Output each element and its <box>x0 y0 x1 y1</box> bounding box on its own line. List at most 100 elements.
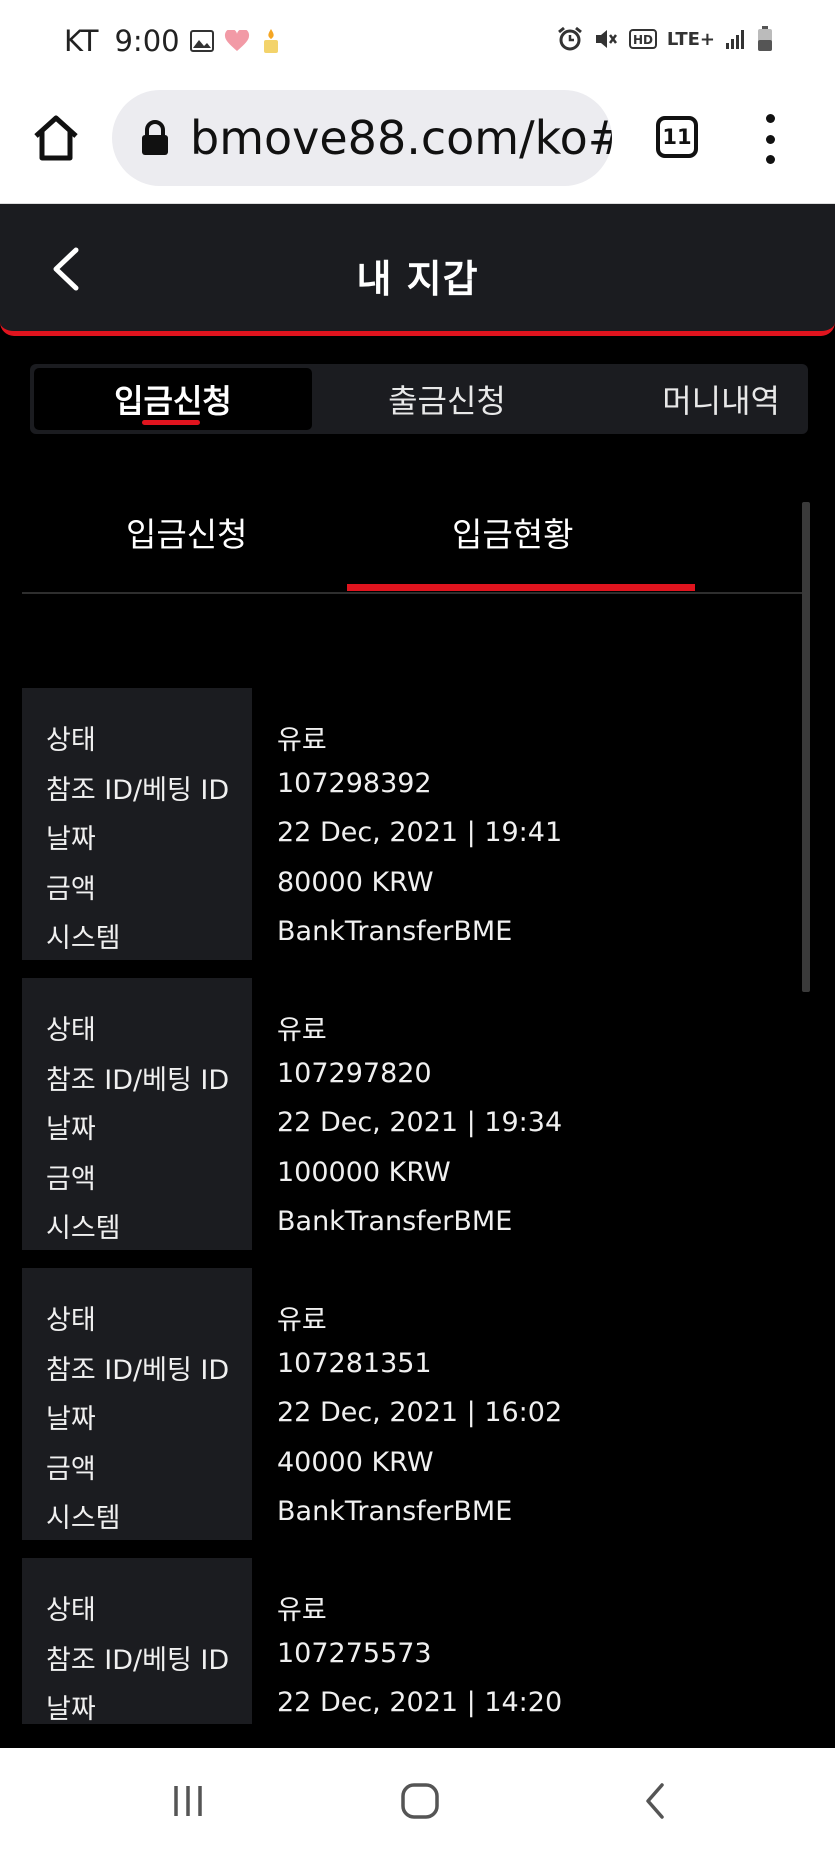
tab-count: 11 <box>662 125 692 149</box>
ref-value: 107297820 <box>277 1058 432 1089</box>
tab-label: 입금신청 <box>114 382 232 420</box>
home-circle-icon <box>401 1783 439 1819</box>
record-row-ref: 참조 ID/베팅 ID 107275573 <box>22 1630 802 1680</box>
date-label: 날짜 <box>46 824 96 855</box>
record-row-amount: 금액 40000 KRW <box>22 1439 802 1489</box>
signal-icon <box>725 28 747 50</box>
amount-value: 40000 KRW <box>277 1447 434 1478</box>
carrier-label: KT <box>64 24 99 58</box>
date-label: 날짜 <box>46 1404 96 1435</box>
amount-value: 80000 KRW <box>277 867 434 898</box>
status-bar: KT 9:00 HD LTE+ <box>0 0 835 84</box>
ref-value: 107281351 <box>277 1348 432 1379</box>
tab-label: 머니내역 <box>662 382 780 420</box>
mute-icon <box>593 27 619 51</box>
record-row-date: 날짜 22 Dec, 2021 | 19:34 <box>22 1099 802 1149</box>
system-label: 시스템 <box>46 1503 121 1534</box>
status-label: 상태 <box>46 1595 96 1626</box>
alarm-icon <box>557 26 583 52</box>
record-row-ref: 참조 ID/베팅 ID 107297820 <box>22 1050 802 1100</box>
tab-switcher-button[interactable]: 11 <box>656 116 698 158</box>
record-row-ref: 참조 ID/베팅 ID 107298392 <box>22 760 802 810</box>
status-label: 상태 <box>46 1305 96 1336</box>
status-value: 유료 <box>277 725 327 756</box>
clock: 9:00 <box>114 24 180 58</box>
record-row-date: 날짜 22 Dec, 2021 | 14:20 <box>22 1679 802 1724</box>
record-row-status: 상태 유료 <box>22 1290 802 1340</box>
status-value: 유료 <box>277 1015 327 1046</box>
active-tab-indicator <box>142 420 200 425</box>
record-row-status: 상태 유료 <box>22 1000 802 1050</box>
back-nav-button[interactable] <box>640 1778 670 1824</box>
amount-label: 금액 <box>46 874 96 905</box>
record-row-date: 날짜 22 Dec, 2021 | 16:02 <box>22 1389 802 1439</box>
deposit-record: 상태 유료 참조 ID/베팅 ID 107297820 날짜 22 Dec, 2… <box>22 978 802 1250</box>
ref-label: 참조 ID/베팅 ID <box>46 1645 230 1676</box>
browser-toolbar: bmove88.com/ko# 11 <box>0 84 835 204</box>
svg-text:HD: HD <box>633 33 653 47</box>
back-chevron-icon <box>646 1783 664 1819</box>
page-title: 내 지갑 <box>356 257 479 301</box>
deposit-record: 상태 유료 참조 ID/베팅 ID 107275573 날짜 22 Dec, 2… <box>22 1558 802 1724</box>
record-row-status: 상태 유료 <box>22 710 802 760</box>
record-row-date: 날짜 22 Dec, 2021 | 19:41 <box>22 809 802 859</box>
record-row-system: 시스템 BankTransferBME <box>22 1198 802 1248</box>
battery-icon <box>757 26 773 52</box>
system-value: BankTransferBME <box>277 1496 513 1527</box>
tab-money-history[interactable]: 머니내역 <box>582 368 804 430</box>
url-text: bmove88.com/ko# <box>190 111 612 165</box>
main-tab-bar: 입금신청 출금신청 머니내역 <box>30 364 808 434</box>
deposit-record: 상태 유료 참조 ID/베팅 ID 107298392 날짜 22 Dec, 2… <box>22 688 802 960</box>
record-row-system: 시스템 BankTransferBME <box>22 1488 802 1538</box>
record-row-amount: 금액 80000 KRW <box>22 859 802 909</box>
heart-icon <box>224 30 250 52</box>
record-row-amount: 금액 100000 KRW <box>22 1149 802 1199</box>
system-label: 시스템 <box>46 923 121 954</box>
browser-menu-button[interactable] <box>758 114 782 164</box>
system-nav-bar <box>0 1748 835 1856</box>
tab-label: 출금신청 <box>388 382 506 420</box>
candle-icon <box>260 28 282 54</box>
ref-value: 107275573 <box>277 1638 432 1669</box>
home-icon <box>34 115 78 161</box>
active-subtab-indicator <box>347 584 695 591</box>
date-value: 22 Dec, 2021 | 14:20 <box>277 1687 563 1718</box>
date-label: 날짜 <box>46 1114 96 1145</box>
ref-label: 참조 ID/베팅 ID <box>46 1065 230 1096</box>
menu-dot <box>765 134 775 144</box>
amount-value: 100000 KRW <box>277 1157 451 1188</box>
status-value: 유료 <box>277 1595 327 1626</box>
menu-dot <box>765 155 775 164</box>
wallet-header: 내 지갑 <box>0 204 835 336</box>
record-row-status: 상태 유료 <box>22 1580 802 1630</box>
date-value: 22 Dec, 2021 | 19:41 <box>277 817 563 848</box>
system-label: 시스템 <box>46 1213 121 1244</box>
amount-label: 금액 <box>46 1454 96 1485</box>
date-value: 22 Dec, 2021 | 19:34 <box>277 1107 563 1138</box>
record-row-ref: 참조 ID/베팅 ID 107281351 <box>22 1340 802 1390</box>
home-button[interactable] <box>30 112 82 164</box>
ref-value: 107298392 <box>277 768 432 799</box>
scrollbar[interactable] <box>802 502 810 992</box>
hd-icon: HD <box>628 29 657 49</box>
lock-icon <box>142 120 168 155</box>
deposit-records-list: 상태 유료 참조 ID/베팅 ID 107298392 날짜 22 Dec, 2… <box>22 688 802 1724</box>
amount-label: 금액 <box>46 1164 96 1195</box>
gallery-icon <box>189 30 214 52</box>
home-nav-button[interactable] <box>398 1778 442 1824</box>
ref-label: 참조 ID/베팅 ID <box>46 1355 230 1386</box>
status-label: 상태 <box>46 725 96 756</box>
record-row-system: 시스템 BankTransferBME <box>22 908 802 958</box>
address-bar[interactable]: bmove88.com/ko# <box>112 90 612 186</box>
sub-tab-bar: 입금신청 입금현황 <box>22 490 810 594</box>
subtab-deposit-request[interactable]: 입금신청 <box>126 508 247 556</box>
tab-deposit-request[interactable]: 입금신청 <box>34 368 312 430</box>
ref-label: 참조 ID/베팅 ID <box>46 775 230 806</box>
tab-withdrawal-request[interactable]: 출금신청 <box>312 368 582 430</box>
date-value: 22 Dec, 2021 | 16:02 <box>277 1397 563 1428</box>
network-type: LTE+ <box>666 28 715 50</box>
menu-dot <box>765 114 775 123</box>
subtab-deposit-status[interactable]: 입금현황 <box>452 508 573 556</box>
recent-apps-button[interactable] <box>168 1778 208 1824</box>
system-value: BankTransferBME <box>277 916 513 947</box>
